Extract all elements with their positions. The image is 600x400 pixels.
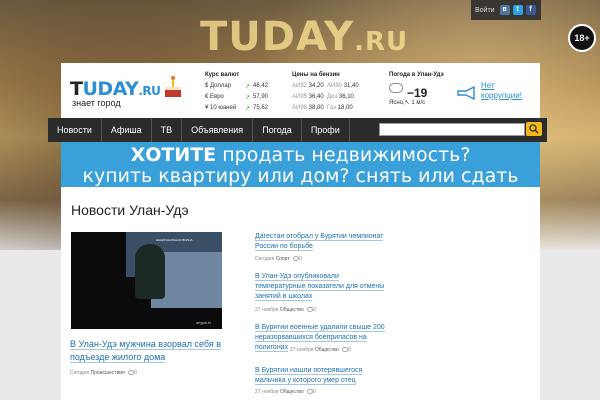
weather-title: Погода в Улан-Удэ	[389, 72, 444, 78]
rate-eur: € Евро ↗ 57,90	[205, 94, 269, 101]
main-news-link[interactable]: В Улан-Удэ мужчина взорвал себя в подъез…	[70, 338, 230, 364]
weather-state: Ясно,↖ 1 м/с	[389, 100, 426, 106]
nav-item-weather[interactable]: Погода	[253, 118, 302, 142]
fuel-row: АИ98 38,00 Газ 18,00	[292, 105, 353, 111]
search-icon	[529, 124, 539, 134]
video-watermark: arigus.tv	[196, 320, 212, 325]
search-button[interactable]	[526, 122, 542, 136]
page-title: Новости Улан-Удэ	[71, 202, 189, 218]
nav-item-tv[interactable]: ТВ	[152, 118, 183, 142]
fuel-row: АИ92 34,20 АИ80 31,40	[292, 83, 359, 89]
fuel-row: АИ95 36,40 Диз 36,10	[292, 94, 354, 100]
news-meta: Сегодня Спорт 0	[255, 256, 302, 262]
nav-item-ads[interactable]: Объявления	[182, 118, 254, 142]
main-news-meta: Сегодня Происшествия 0	[70, 370, 137, 376]
rate-usd: $ Доллар ↗ 46,42	[205, 83, 269, 90]
nav-item-news[interactable]: Новости	[48, 118, 102, 142]
corruption-link[interactable]: Нет коррупции!	[481, 81, 527, 101]
slogan: знает город	[72, 98, 121, 108]
login-link[interactable]: Войти	[475, 7, 495, 14]
ad-banner[interactable]: ХОТИТЕ продать недвижимость? купить квар…	[61, 142, 540, 206]
main-nav: Новости Афиша ТВ Объявления Погода Профи	[48, 118, 547, 142]
hero-logo: TUDAY.RU	[200, 14, 409, 60]
person-figure	[135, 244, 165, 299]
search-input[interactable]	[379, 123, 525, 136]
age-rating-badge: 18+	[568, 24, 596, 52]
news-item[interactable]: Дагестан отобрал у Бурятии чемпионат Рос…	[255, 232, 390, 252]
fuel-title: Цены на бензин	[292, 72, 340, 78]
twitter-icon[interactable]: t	[512, 5, 523, 15]
nav-item-profi[interactable]: Профи	[302, 118, 350, 142]
news-meta: 27 ноября Общество 0	[255, 307, 316, 313]
vk-icon[interactable]: в	[499, 5, 510, 15]
site-logo[interactable]: TUDAY.RU	[70, 78, 161, 100]
rates-title: Курс валют	[205, 72, 240, 78]
rate-cny: ¥ 10 юаней ↗ 75,62	[205, 105, 269, 112]
cloud-icon	[389, 83, 403, 93]
weather-temp: −19	[407, 86, 428, 100]
megaphone-icon	[457, 86, 475, 100]
news-meta: 27 ноября Общество 0	[255, 389, 316, 395]
topbar: Войти в t f	[471, 0, 541, 20]
news-item[interactable]: В Улан-Удэ опубликовали температурные по…	[255, 272, 390, 302]
news-video-thumbnail[interactable]: НАЦИОНАЛЬНАЯ ВОЛНА arigus.tv	[71, 232, 222, 329]
facebook-icon[interactable]: f	[525, 5, 536, 15]
header: TUDAY.RU знает город Курс валют $ Доллар…	[61, 63, 540, 116]
tv-label: НАЦИОНАЛЬНАЯ ВОЛНА	[156, 238, 193, 242]
cake-icon	[165, 76, 181, 97]
news-item[interactable]: В Бурятии нашли потерявшегося мальчика у…	[255, 366, 390, 386]
nav-item-afisha[interactable]: Афиша	[102, 118, 152, 142]
news-meta: 27 ноября Общество 0	[290, 347, 351, 353]
